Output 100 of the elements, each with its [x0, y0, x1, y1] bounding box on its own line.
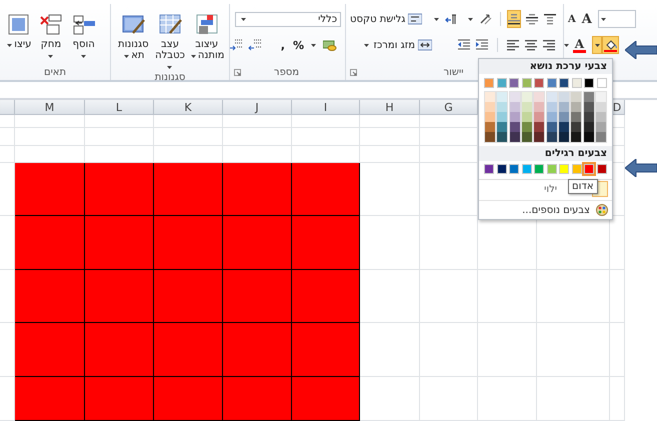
color-swatch[interactable]	[596, 102, 606, 112]
increase-decimal-icon[interactable]	[228, 39, 243, 51]
color-swatch[interactable]	[584, 132, 594, 142]
color-swatch[interactable]	[534, 102, 544, 112]
caret-icon[interactable]	[167, 66, 172, 69]
column-header[interactable]: L	[85, 100, 154, 115]
color-swatch[interactable]	[584, 112, 594, 122]
color-swatch[interactable]	[559, 132, 570, 142]
color-swatch[interactable]	[559, 102, 570, 112]
percent-button[interactable]: %	[292, 38, 304, 52]
caret-icon[interactable]	[468, 18, 473, 20]
caret-icon[interactable]	[190, 55, 196, 58]
color-swatch[interactable]	[522, 112, 532, 122]
color-swatch[interactable]	[522, 122, 532, 132]
column-header[interactable]: G	[420, 100, 478, 115]
color-swatch[interactable]	[496, 164, 507, 174]
color-swatch[interactable]	[534, 164, 544, 174]
column-header[interactable]: I	[292, 100, 360, 115]
color-swatch[interactable]	[559, 78, 570, 88]
color-swatch[interactable]	[584, 164, 594, 174]
color-swatch[interactable]	[559, 92, 570, 102]
color-swatch[interactable]	[522, 92, 532, 102]
menu-item[interactable]: צבעים נוספים...	[522, 204, 590, 216]
styles-button[interactable]: עצב כטבלה	[152, 12, 188, 72]
color-swatch[interactable]	[510, 112, 520, 122]
wrap-text-icon[interactable]	[408, 13, 422, 25]
color-swatch[interactable]	[571, 92, 582, 102]
decrease-indent-icon[interactable]	[458, 39, 470, 51]
caret-icon[interactable]	[241, 18, 246, 20]
color-swatch[interactable]	[522, 102, 532, 112]
dialog-launcher-icon[interactable]	[234, 68, 242, 76]
color-swatch[interactable]	[596, 92, 606, 102]
color-swatch[interactable]	[534, 92, 544, 102]
column-header[interactable]: H	[360, 100, 420, 115]
color-swatch[interactable]	[546, 102, 557, 112]
color-swatch[interactable]	[571, 102, 582, 112]
palette-icon[interactable]	[596, 204, 608, 216]
caret-icon[interactable]	[311, 44, 316, 46]
styles-button[interactable]: עיצוב מותנה	[188, 12, 225, 72]
color-swatch[interactable]	[534, 112, 544, 122]
column-header[interactable]: M	[15, 100, 85, 115]
font-size-field[interactable]	[598, 10, 636, 28]
color-swatch[interactable]	[522, 132, 532, 142]
align-left-icon[interactable]	[507, 38, 519, 52]
color-swatch[interactable]	[534, 132, 544, 142]
wrap-text-button[interactable]: גלישת טקסט	[350, 11, 422, 27]
dialog-launcher-icon[interactable]	[350, 68, 357, 76]
merge-cells-icon[interactable]	[418, 39, 432, 51]
color-swatch[interactable]	[497, 132, 508, 142]
color-swatch[interactable]	[510, 102, 520, 112]
column-header[interactable]: K	[154, 100, 223, 115]
color-swatch[interactable]	[597, 78, 607, 88]
color-swatch[interactable]	[597, 164, 607, 174]
bottom-align-button[interactable]	[507, 10, 521, 28]
comma-style-button[interactable]: ,	[278, 38, 288, 52]
color-swatch[interactable]	[596, 132, 606, 142]
caret-icon[interactable]	[48, 55, 54, 58]
color-swatch[interactable]	[510, 122, 520, 132]
align-right-icon[interactable]	[543, 38, 555, 52]
color-swatch[interactable]	[485, 122, 496, 132]
color-swatch[interactable]	[485, 92, 496, 102]
color-swatch[interactable]	[485, 102, 496, 112]
color-swatch[interactable]	[522, 164, 532, 174]
color-swatch[interactable]	[510, 132, 520, 142]
caret-icon[interactable]	[81, 55, 86, 58]
color-swatch[interactable]	[571, 132, 582, 142]
cells-button[interactable]: הוסף	[69, 12, 98, 61]
fill-dropdown-button[interactable]	[592, 36, 602, 54]
text-direction-icon[interactable]	[444, 14, 457, 24]
decrease-decimal-icon[interactable]	[248, 39, 262, 51]
color-swatch[interactable]	[546, 92, 557, 102]
cells-button[interactable]: עיצו	[4, 12, 33, 61]
caret-icon[interactable]	[7, 44, 12, 47]
color-swatch[interactable]	[534, 78, 544, 88]
color-swatch[interactable]	[485, 112, 496, 122]
currency-icon[interactable]	[323, 39, 337, 51]
color-swatch[interactable]	[546, 122, 557, 132]
color-swatch[interactable]	[572, 164, 582, 174]
color-swatch[interactable]	[546, 164, 557, 174]
color-swatch[interactable]	[534, 122, 544, 132]
menu-item[interactable]: ילוי	[544, 184, 557, 194]
color-swatch[interactable]	[559, 112, 570, 122]
column-header[interactable]: J	[223, 100, 292, 115]
color-swatch[interactable]	[484, 78, 494, 88]
color-swatch[interactable]	[572, 78, 582, 88]
color-swatch[interactable]	[584, 122, 594, 132]
caret-icon[interactable]	[564, 44, 569, 46]
color-swatch[interactable]	[584, 78, 594, 88]
color-swatch[interactable]	[546, 132, 557, 142]
color-swatch[interactable]	[497, 102, 508, 112]
caret-icon[interactable]	[600, 18, 606, 20]
color-swatch[interactable]	[510, 92, 520, 102]
cells-button[interactable]: מחק	[36, 12, 66, 61]
color-swatch[interactable]	[546, 112, 557, 122]
caret-icon[interactable]	[594, 44, 600, 46]
color-swatch[interactable]	[496, 78, 507, 88]
color-swatch[interactable]	[497, 92, 508, 102]
color-swatch[interactable]	[559, 122, 570, 132]
caret-icon[interactable]	[434, 18, 439, 20]
caret-icon[interactable]	[364, 44, 369, 46]
